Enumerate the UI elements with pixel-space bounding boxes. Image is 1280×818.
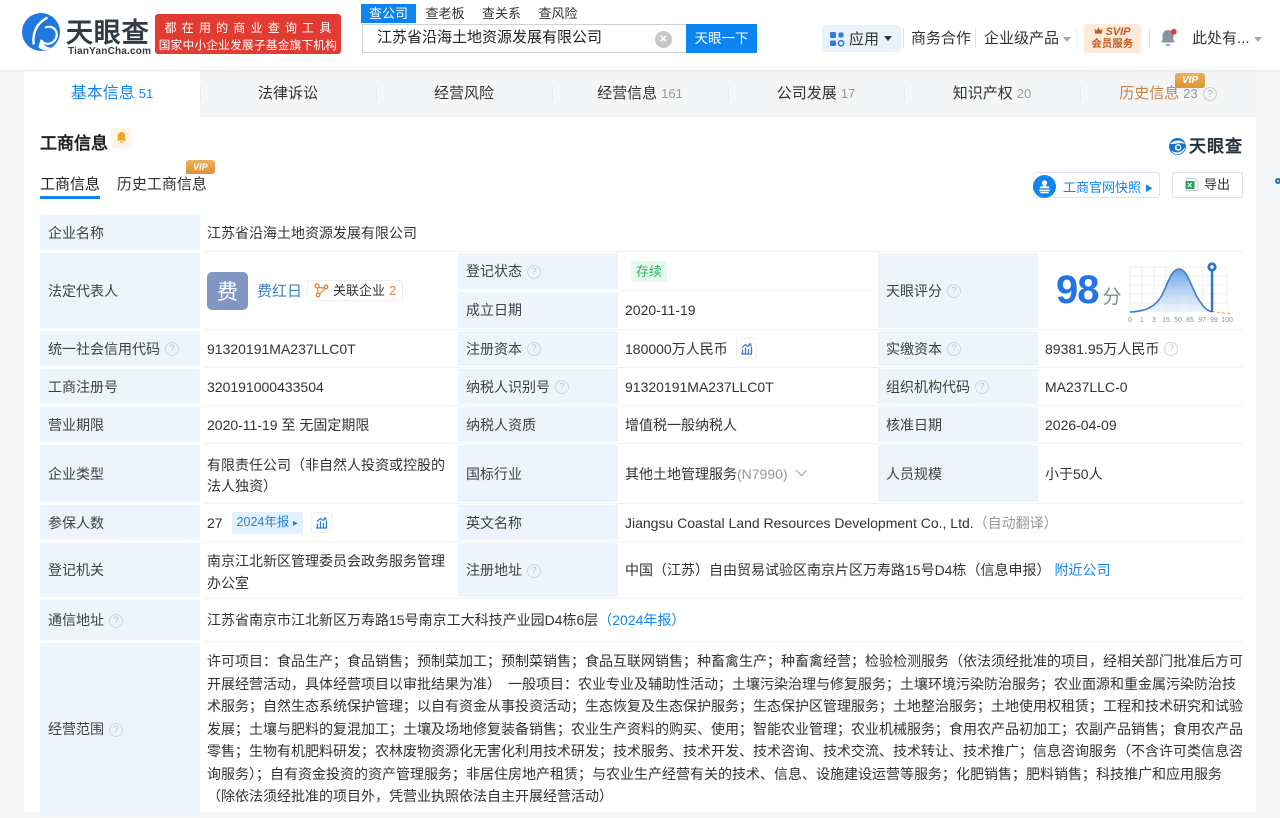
svg-text:50: 50 (1174, 317, 1182, 324)
svg-text:85: 85 (1186, 317, 1194, 324)
svg-text:97: 97 (1198, 317, 1206, 324)
svg-text:99: 99 (1210, 317, 1218, 324)
svg-text:3: 3 (1152, 317, 1156, 324)
svg-text:100: 100 (1221, 317, 1233, 324)
svg-text:0: 0 (1128, 317, 1132, 324)
svg-text:1: 1 (1140, 317, 1144, 324)
svg-text:15: 15 (1162, 317, 1170, 324)
